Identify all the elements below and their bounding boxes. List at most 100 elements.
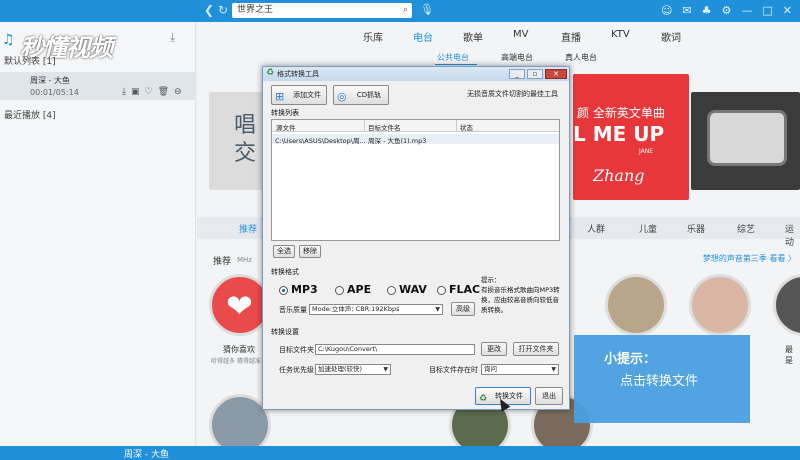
exists-value: 询问 <box>484 365 497 373</box>
format-flac-label: FLAC <box>449 283 481 296</box>
dialog-slogan: 无损音质文件切割的最佳工具 <box>467 90 558 98</box>
tab-lyrics[interactable]: 歌词 <box>661 29 681 44</box>
tip-title: 小提示： <box>604 352 657 367</box>
station-portrait-2[interactable] <box>689 274 751 336</box>
download-icon[interactable]: ⤓ <box>170 30 175 45</box>
subtab-highend[interactable]: 高端电台 <box>501 52 533 63</box>
banner-center-text-4: Zhang <box>593 166 645 185</box>
radio-ape[interactable] <box>335 286 344 295</box>
format-converter-dialog: ♻ 格式转换工具 _ ▫ ✕ ⊞ 添加文件 ◎ CD抓轨 无损音质文件切割的最佳… <box>262 66 570 410</box>
tab-playlists[interactable]: 歌单 <box>463 29 483 44</box>
like-icon[interactable]: ♡ <box>145 87 153 97</box>
category-kids[interactable]: 儿童 <box>639 222 657 235</box>
chevron-down-icon: ▼ <box>551 366 556 373</box>
song-row[interactable]: 周深 - 大鱼 00:01/05:14 ⤓ ▣ ♡ 🗑 ⊖ <box>0 72 196 100</box>
tab-radio[interactable]: 电台 <box>413 29 433 44</box>
dialog-close-button[interactable]: ✕ <box>545 69 567 79</box>
col-source[interactable]: 源文件 <box>276 122 296 132</box>
tab-ktv[interactable]: KTV <box>611 29 630 40</box>
song-title: 周深 - 大鱼 <box>30 76 70 85</box>
recent-label[interactable]: 最近播放 [4] <box>4 108 56 121</box>
maximize-icon[interactable]: □ <box>762 4 772 17</box>
table-row[interactable]: C:\Users\ASUS\Desktop\周... 周深 - 大鱼(1).mp… <box>272 134 559 145</box>
banner-left-text-2: 交 <box>234 141 257 166</box>
search-input[interactable]: 世界之王 ⌕ <box>232 3 412 18</box>
banner-center-text-1: 颜 全新英文单曲 <box>577 106 665 120</box>
priority-label: 任务优先级 <box>279 366 314 374</box>
priority-select[interactable]: 加速处理(较快) ▼ <box>315 364 391 375</box>
category-recommend[interactable]: 推荐 <box>239 222 257 235</box>
song-time: 00:01/05:14 <box>30 88 79 97</box>
exists-select[interactable]: 询问 ▼ <box>481 364 559 375</box>
remove-button[interactable]: 移除 <box>299 245 321 258</box>
category-instruments[interactable]: 乐器 <box>687 222 705 235</box>
search-value: 世界之王 <box>237 5 274 15</box>
back-icon[interactable]: ❮ <box>204 3 214 17</box>
subtab-indicator <box>435 64 477 65</box>
microphone-icon[interactable]: 🎙 <box>420 3 434 16</box>
cd-rip-button[interactable]: ◎ CD抓轨 <box>333 85 389 105</box>
subtab-public[interactable]: 公共电台 <box>437 52 469 63</box>
chevron-down-icon: ▼ <box>435 306 440 313</box>
station-vintage[interactable] <box>605 274 667 336</box>
category-variety[interactable]: 综艺 <box>737 222 755 235</box>
row-target: 周深 - 大鱼(1).mp3 <box>368 137 427 145</box>
minimize-icon[interactable]: — <box>741 4 752 17</box>
radio-mp3[interactable] <box>279 286 288 295</box>
advanced-button[interactable]: 高级 <box>451 302 475 316</box>
top-bar: ❮ ↻ 世界之王 ⌕ 🎙 ☺ ✉ ♣ ⚙ — □ ✕ <box>0 0 800 22</box>
chevron-down-icon: ▼ <box>383 366 388 373</box>
now-playing[interactable]: 周深 - 大鱼 <box>124 447 169 460</box>
radio-flac[interactable] <box>437 286 446 295</box>
tab-mv[interactable]: MV <box>513 29 528 40</box>
hint-body: 有损音乐格式歌曲向MP3转换，应由较高音质向较低音质转换。 <box>481 286 560 314</box>
list-header: 源文件 目标文件名 状态 <box>272 120 559 132</box>
quality-select[interactable]: Mode:立体声; CBR:192Kbps ▼ <box>309 304 443 315</box>
hint-title: 提示： <box>481 276 501 284</box>
dialog-maximize-button[interactable]: ▫ <box>527 69 543 79</box>
settings-label: 转换设置 <box>271 328 299 336</box>
player-bar: 周深 - 大鱼 <box>0 446 800 460</box>
skin-icon[interactable]: ♣ <box>702 4 712 17</box>
format-mp3-label: MP3 <box>291 283 318 296</box>
message-icon[interactable]: ✉ <box>682 4 691 17</box>
banner-left-text-1: 唱 <box>234 113 257 138</box>
station-guess-sub: 听得越多 猜得越准 <box>211 358 261 365</box>
banner-right[interactable] <box>691 92 800 190</box>
delete-icon[interactable]: 🗑 <box>158 87 169 97</box>
mv-icon[interactable]: ▣ <box>131 87 140 97</box>
recommend-link[interactable]: 梦想的声音第三季 看看 〉 <box>703 253 796 264</box>
refresh-icon[interactable]: ↻ <box>218 3 228 17</box>
radio-wav[interactable] <box>387 286 396 295</box>
converter-app-icon: ♻ <box>266 68 275 78</box>
open-folder-button[interactable]: 打开文件夹 <box>513 342 559 356</box>
tab-live[interactable]: 直播 <box>561 29 581 44</box>
add-file-button[interactable]: ⊞ 添加文件 <box>271 85 327 105</box>
user-icon[interactable]: ☺ <box>661 4 672 17</box>
tab-library[interactable]: 乐库 <box>363 29 383 44</box>
category-sports[interactable]: 运动 <box>785 222 800 248</box>
close-icon[interactable]: ✕ <box>783 4 792 17</box>
col-divider <box>364 120 365 132</box>
col-target[interactable]: 目标文件名 <box>368 122 401 132</box>
more-icon[interactable]: ⊖ <box>174 87 182 97</box>
category-crowd[interactable]: 人群 <box>587 222 605 235</box>
default-list-label[interactable]: 默认列表 [1] <box>4 54 56 67</box>
subtab-realperson[interactable]: 真人电台 <box>565 52 597 63</box>
select-all-button[interactable]: 全选 <box>273 245 295 258</box>
convert-icon: ♻ <box>479 394 488 404</box>
quality-label: 音乐质量 <box>279 306 307 314</box>
download-song-icon[interactable]: ⤓ <box>122 87 126 97</box>
exit-button[interactable]: 退出 <box>535 387 563 405</box>
banner-center[interactable]: 颜 全新英文单曲 L ME UP JANE Zhang <box>573 74 689 200</box>
settings-icon[interactable]: ⚙ <box>722 4 732 17</box>
change-folder-button[interactable]: 更改 <box>481 342 507 356</box>
search-icon[interactable]: ⌕ <box>403 3 408 18</box>
station-6[interactable] <box>773 274 800 336</box>
target-folder-field[interactable]: C:\Kugou\Convert\ <box>315 344 475 355</box>
format-wav-label: WAV <box>399 283 427 296</box>
music-note-icon: ♫ <box>2 32 15 48</box>
dialog-minimize-button[interactable]: _ <box>509 69 525 79</box>
convert-list[interactable]: 源文件 目标文件名 状态 C:\Users\ASUS\Desktop\周... … <box>271 119 560 241</box>
col-status[interactable]: 状态 <box>460 122 473 132</box>
